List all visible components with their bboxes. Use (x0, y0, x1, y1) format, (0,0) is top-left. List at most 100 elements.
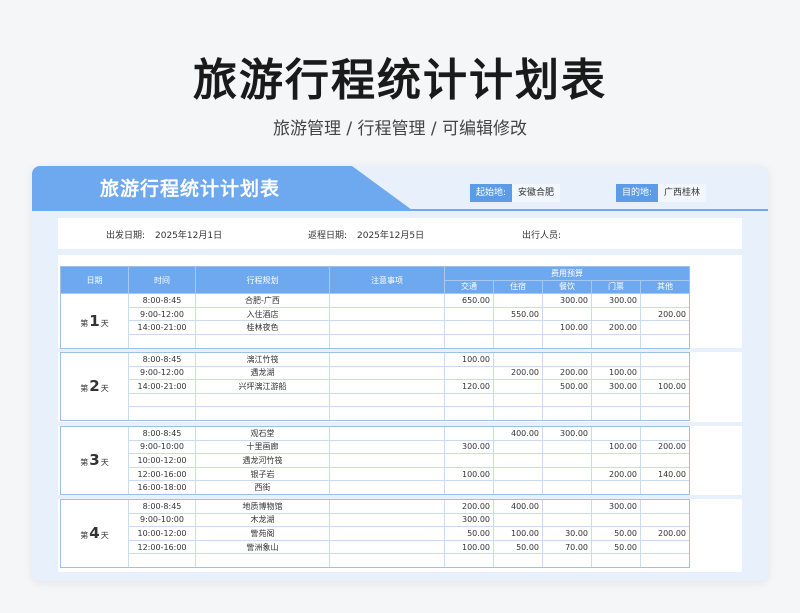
transport-cost-cell[interactable] (444, 333, 494, 349)
transport-cost-cell[interactable] (444, 392, 494, 408)
food-cost-cell[interactable]: 200.00 (542, 365, 592, 381)
food-cost-cell[interactable] (542, 480, 592, 495)
lodging-cost-cell[interactable]: 400.00 (493, 499, 543, 514)
other-cost-cell[interactable]: 200.00 (640, 526, 690, 541)
transport-cost-cell[interactable] (444, 365, 494, 381)
time-cell[interactable]: 8:00-8:45 (128, 426, 196, 441)
time-cell[interactable]: 9:00-10:00 (128, 512, 196, 528)
time-cell[interactable]: 10:00-12:00 (128, 453, 196, 468)
food-cost-cell[interactable] (542, 333, 592, 349)
plan-cell[interactable]: 訾洲象山 (195, 539, 330, 555)
note-cell[interactable] (329, 379, 445, 394)
note-cell[interactable] (329, 365, 445, 381)
ticket-cost-cell[interactable] (591, 406, 641, 421)
note-cell[interactable] (329, 439, 445, 455)
ticket-cost-cell[interactable]: 200.00 (591, 320, 641, 335)
food-cost-cell[interactable] (542, 466, 592, 482)
plan-cell[interactable]: 遇龙河竹筏 (195, 453, 330, 468)
other-cost-cell[interactable] (640, 392, 690, 408)
plan-cell[interactable] (195, 333, 330, 349)
ticket-cost-cell[interactable]: 300.00 (591, 379, 641, 394)
note-cell[interactable] (329, 539, 445, 555)
ticket-cost-cell[interactable] (591, 352, 641, 367)
food-cost-cell[interactable]: 100.00 (542, 320, 592, 335)
origin-value[interactable]: 安徽合肥 (512, 184, 561, 202)
transport-cost-cell[interactable] (444, 453, 494, 468)
lodging-cost-cell[interactable] (493, 392, 543, 408)
food-cost-cell[interactable]: 30.00 (542, 526, 592, 541)
lodging-cost-cell[interactable] (493, 439, 543, 455)
plan-cell[interactable]: 木龙湖 (195, 512, 330, 528)
ticket-cost-cell[interactable]: 100.00 (591, 439, 641, 455)
transport-cost-cell[interactable] (444, 306, 494, 322)
plan-cell[interactable] (195, 553, 330, 568)
transport-cost-cell[interactable]: 100.00 (444, 539, 494, 555)
plan-cell[interactable]: 兴坪漓江游船 (195, 379, 330, 394)
other-cost-cell[interactable] (640, 352, 690, 367)
lodging-cost-cell[interactable]: 200.00 (493, 365, 543, 381)
note-cell[interactable] (329, 406, 445, 421)
food-cost-cell[interactable] (542, 512, 592, 528)
time-cell[interactable]: 9:00-12:00 (128, 306, 196, 322)
ticket-cost-cell[interactable]: 100.00 (591, 365, 641, 381)
plan-cell[interactable]: 观石堂 (195, 426, 330, 441)
other-cost-cell[interactable] (640, 553, 690, 568)
ticket-cost-cell[interactable] (591, 453, 641, 468)
food-cost-cell[interactable] (542, 499, 592, 514)
food-cost-cell[interactable] (542, 406, 592, 421)
food-cost-cell[interactable] (542, 453, 592, 468)
note-cell[interactable] (329, 426, 445, 441)
note-cell[interactable] (329, 499, 445, 514)
note-cell[interactable] (329, 352, 445, 367)
time-cell[interactable]: 8:00-8:45 (128, 499, 196, 514)
ticket-cost-cell[interactable] (591, 480, 641, 495)
transport-cost-cell[interactable]: 300.00 (444, 512, 494, 528)
other-cost-cell[interactable] (640, 406, 690, 421)
lodging-cost-cell[interactable] (493, 379, 543, 394)
note-cell[interactable] (329, 453, 445, 468)
transport-cost-cell[interactable]: 300.00 (444, 439, 494, 455)
plan-cell[interactable]: 合肥-广西 (195, 293, 330, 308)
food-cost-cell[interactable]: 500.00 (542, 379, 592, 394)
food-cost-cell[interactable]: 70.00 (542, 539, 592, 555)
plan-cell[interactable]: 十里画廊 (195, 439, 330, 455)
food-cost-cell[interactable] (542, 352, 592, 367)
food-cost-cell[interactable] (542, 392, 592, 408)
time-cell[interactable]: 12:00-16:00 (128, 539, 196, 555)
time-cell[interactable] (128, 406, 196, 421)
transport-cost-cell[interactable]: 50.00 (444, 526, 494, 541)
ticket-cost-cell[interactable]: 50.00 (591, 539, 641, 555)
note-cell[interactable] (329, 293, 445, 308)
ticket-cost-cell[interactable]: 300.00 (591, 499, 641, 514)
time-cell[interactable] (128, 392, 196, 408)
plan-cell[interactable]: 地质博物馆 (195, 499, 330, 514)
other-cost-cell[interactable] (640, 499, 690, 514)
depart-value[interactable]: 2025年12月1日 (155, 228, 222, 241)
other-cost-cell[interactable] (640, 480, 690, 495)
time-cell[interactable]: 16:00-18:00 (128, 480, 196, 495)
time-cell[interactable] (128, 553, 196, 568)
plan-cell[interactable]: 西街 (195, 480, 330, 495)
time-cell[interactable] (128, 333, 196, 349)
transport-cost-cell[interactable] (444, 426, 494, 441)
lodging-cost-cell[interactable] (493, 480, 543, 495)
plan-cell[interactable]: 桂林夜色 (195, 320, 330, 335)
transport-cost-cell[interactable] (444, 553, 494, 568)
transport-cost-cell[interactable]: 100.00 (444, 466, 494, 482)
lodging-cost-cell[interactable] (493, 352, 543, 367)
transport-cost-cell[interactable]: 200.00 (444, 499, 494, 514)
time-cell[interactable]: 9:00-10:00 (128, 439, 196, 455)
ticket-cost-cell[interactable]: 50.00 (591, 526, 641, 541)
lodging-cost-cell[interactable]: 100.00 (493, 526, 543, 541)
note-cell[interactable] (329, 392, 445, 408)
other-cost-cell[interactable] (640, 453, 690, 468)
note-cell[interactable] (329, 480, 445, 495)
plan-cell[interactable] (195, 406, 330, 421)
plan-cell[interactable]: 訾苑阁 (195, 526, 330, 541)
food-cost-cell[interactable]: 300.00 (542, 293, 592, 308)
plan-cell[interactable]: 入住酒店 (195, 306, 330, 322)
return-value[interactable]: 2025年12月5日 (357, 228, 424, 241)
plan-cell[interactable]: 遇龙湖 (195, 365, 330, 381)
plan-cell[interactable]: 银子岩 (195, 466, 330, 482)
other-cost-cell[interactable]: 200.00 (640, 439, 690, 455)
